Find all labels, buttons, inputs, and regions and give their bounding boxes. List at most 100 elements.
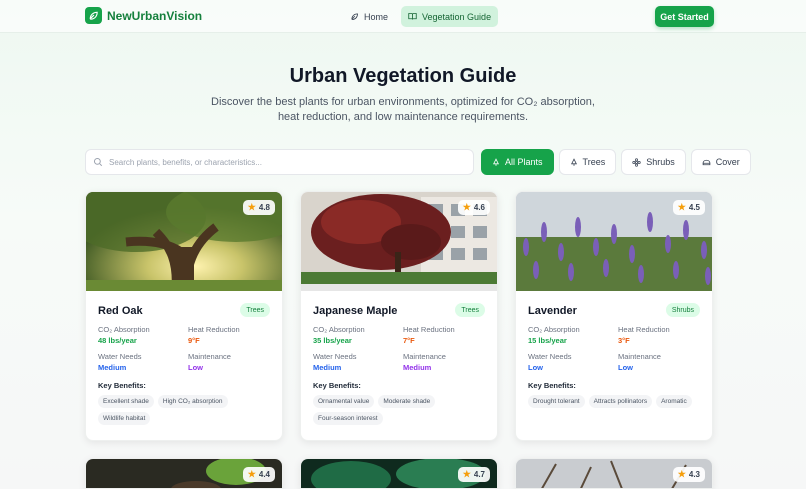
filter-shrubs[interactable]: Shrubs	[621, 149, 686, 175]
maintenance-stat: Maintenance Medium	[403, 352, 446, 372]
category-badge: Shrubs	[665, 303, 700, 317]
co2-stat: CO₂ Absorption 48 lbs/year	[98, 325, 150, 345]
stat-value: 35 lbs/year	[313, 336, 352, 345]
page-title: Urban Vegetation Guide	[289, 65, 517, 87]
sprout-icon	[702, 159, 711, 165]
page-subtitle: Discover the best plants for urban envir…	[211, 96, 595, 123]
stat-label: Heat Reduction	[403, 325, 455, 334]
benefit-tag: Moderate shade	[378, 395, 436, 408]
stat-label: CO₂ Absorption	[98, 325, 150, 334]
filter-label: Shrubs	[646, 157, 675, 167]
stat-label: CO₂ Absorption	[313, 325, 365, 334]
water-stat: Water Needs Medium	[98, 352, 142, 372]
star-icon: ★	[247, 202, 256, 212]
heat-stat: Heat Reduction 3°F	[618, 325, 670, 345]
plant-card-lavender[interactable]: ★ 4.5 Lavender Shrubs CO₂ Absorption 15 …	[515, 191, 713, 441]
top-navbar: NewUrbanVision Home Vegetation Guide Get…	[0, 0, 806, 33]
rating-value: 4.4	[258, 470, 270, 479]
plant-card-japanese-maple[interactable]: ★ 4.6 Japanese Maple Trees CO₂ Absorptio…	[300, 191, 498, 441]
stat-value: 3°F	[618, 336, 630, 345]
maintenance-stat: Maintenance Low	[188, 352, 231, 372]
rating-value: 4.7	[473, 470, 485, 479]
rating-value: 4.5	[688, 203, 700, 212]
co2-stat: CO₂ Absorption 35 lbs/year	[313, 325, 365, 345]
star-icon: ★	[462, 469, 471, 479]
search-input[interactable]	[109, 157, 469, 167]
plant-card[interactable]: ★ 4.4	[85, 458, 283, 489]
stat-value: Low	[618, 363, 633, 372]
plant-card-red-oak[interactable]: ★ 4.8 Red Oak Trees CO₂ Absorption 48 lb…	[85, 191, 283, 441]
key-benefits-title: Key Benefits:	[528, 381, 576, 390]
filter-label: All Plants	[505, 157, 543, 167]
nav-item-label: Vegetation Guide	[422, 11, 492, 22]
filter-trees[interactable]: Trees	[558, 149, 617, 175]
nav-item-label: Home	[364, 11, 389, 22]
benefit-tags: Ornamental value Moderate shade Four-sea…	[313, 395, 491, 425]
benefit-tags: Excellent shade High CO₂ absorption Wild…	[98, 395, 276, 425]
star-icon: ★	[677, 202, 686, 212]
stat-value: Low	[528, 363, 543, 372]
stat-label: Water Needs	[98, 352, 142, 361]
filter-cover[interactable]: Cover	[690, 149, 751, 175]
brand-name: NewUrbanVision	[107, 8, 203, 23]
stat-value: 7°F	[403, 336, 415, 345]
plant-card[interactable]: ★ 4.3	[515, 458, 713, 489]
stat-label: Water Needs	[528, 352, 572, 361]
plant-name: Japanese Maple	[313, 305, 398, 317]
star-icon: ★	[462, 202, 471, 212]
filter-all-plants[interactable]: All Plants	[481, 149, 554, 175]
star-icon: ★	[677, 469, 686, 479]
stat-label: Maintenance	[188, 352, 231, 361]
water-stat: Water Needs Medium	[313, 352, 357, 372]
flower-icon	[632, 157, 641, 167]
rating-badge: ★ 4.7	[457, 467, 490, 482]
nav-item-home[interactable]: Home	[343, 6, 395, 27]
rating-badge: ★ 4.3	[672, 467, 705, 482]
category-badge: Trees	[455, 303, 485, 317]
stat-value: 9°F	[188, 336, 200, 345]
stat-value: Medium	[98, 363, 127, 372]
stat-value: Medium	[403, 363, 432, 372]
benefit-tag: Aromatic	[656, 395, 692, 408]
stat-value: 15 lbs/year	[528, 336, 567, 345]
stat-label: Maintenance	[403, 352, 446, 361]
benefit-tag: Four-season interest	[313, 412, 383, 425]
heat-stat: Heat Reduction 9°F	[188, 325, 240, 345]
nav-item-vegetation-guide[interactable]: Vegetation Guide	[401, 6, 499, 27]
benefit-tag: High CO₂ absorption	[157, 395, 228, 408]
plant-name: Red Oak	[98, 305, 143, 317]
plant-name: Lavender	[528, 305, 577, 317]
tree-icon	[570, 157, 577, 166]
key-benefits-title: Key Benefits:	[98, 381, 146, 390]
benefit-tag: Drought tolerant	[528, 395, 585, 408]
leaf-icon	[351, 13, 358, 20]
benefit-tags: Drought tolerant Attracts pollinators Ar…	[528, 395, 706, 408]
rating-badge: ★ 4.5	[672, 200, 705, 215]
tree-icon	[493, 157, 499, 166]
search-icon	[93, 157, 103, 167]
water-stat: Water Needs Low	[528, 352, 572, 372]
leaf-logo-icon	[85, 7, 102, 24]
stat-label: Heat Reduction	[188, 325, 240, 334]
rating-badge: ★ 4.8	[242, 200, 275, 215]
key-benefits-title: Key Benefits:	[313, 381, 361, 390]
stat-value: Medium	[313, 363, 342, 372]
rating-value: 4.3	[688, 470, 700, 479]
benefit-tag: Ornamental value	[313, 395, 375, 408]
main-nav: Home Vegetation Guide	[343, 6, 499, 27]
rating-badge: ★ 4.6	[457, 200, 490, 215]
stat-value: Low	[188, 363, 203, 372]
search-bar	[85, 149, 474, 175]
book-icon	[408, 13, 417, 20]
maintenance-stat: Maintenance Low	[618, 352, 661, 372]
brand[interactable]: NewUrbanVision	[85, 7, 202, 24]
category-filters: All Plants Trees Shrubs Cover	[481, 149, 751, 175]
plant-card[interactable]: ★ 4.7	[300, 458, 498, 489]
co2-stat: CO₂ Absorption 15 lbs/year	[528, 325, 580, 345]
get-started-button[interactable]: Get Started	[655, 6, 714, 27]
stat-label: Water Needs	[313, 352, 357, 361]
filter-label: Trees	[582, 157, 606, 167]
rating-value: 4.8	[258, 203, 270, 212]
stat-label: Maintenance	[618, 352, 661, 361]
category-badge: Trees	[240, 303, 270, 317]
